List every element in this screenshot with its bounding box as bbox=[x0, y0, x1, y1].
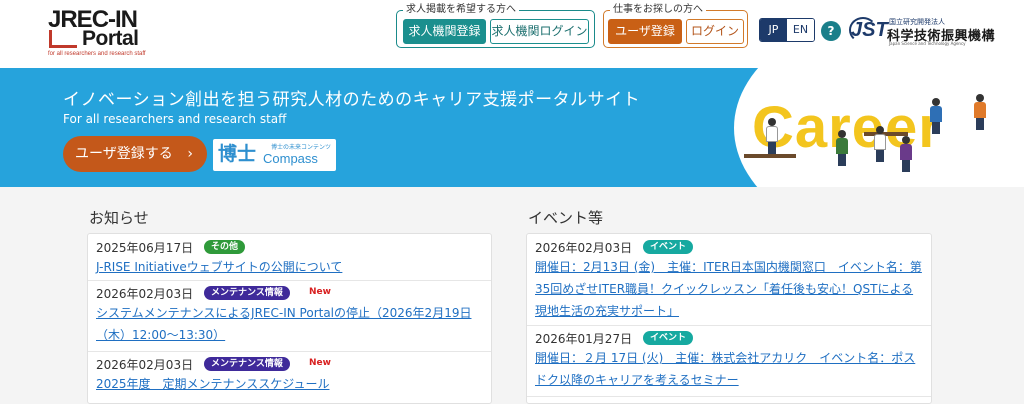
org-group-title: 求人掲載を希望する方へ bbox=[403, 4, 519, 16]
researcher-figure bbox=[836, 130, 848, 166]
language-switcher: JP EN bbox=[759, 18, 815, 42]
banner-subtitle: For all researchers and research staff bbox=[63, 112, 287, 126]
news-date: 2026年02月03日 bbox=[96, 358, 194, 372]
event-link[interactable]: 開催日：2月13日 (金) 主催：ITER日本国内機関窓口 イベント名：第35回… bbox=[535, 256, 923, 322]
category-badge: イベント bbox=[643, 240, 694, 254]
news-item: 2026年02月03日 メンテナンス情報 New システムメンテナンスによるJR… bbox=[96, 284, 483, 350]
researcher-figure bbox=[974, 94, 986, 130]
news-date: 2025年06月17日 bbox=[96, 241, 194, 255]
banner-register-button[interactable]: ユーザ登録する › bbox=[63, 136, 207, 172]
user-login-button[interactable]: ログイン bbox=[686, 19, 744, 44]
researcher-figure bbox=[930, 98, 942, 134]
hero-banner: イノベーション創出を担う研究人材のためのキャリア支援ポータルサイト For al… bbox=[0, 68, 1024, 187]
compass-word: Compass bbox=[263, 151, 318, 166]
hakase-compass-banner[interactable]: 博士 博士の未来コンテンツ Compass bbox=[213, 139, 336, 171]
user-register-button[interactable]: ユーザ登録 bbox=[608, 19, 682, 44]
event-divider bbox=[527, 396, 931, 397]
news-link[interactable]: システムメンテナンスによるJREC-IN Portalの停止（2026年2月19… bbox=[96, 302, 483, 346]
compass-small-text: 博士の未来コンテンツ bbox=[271, 144, 332, 151]
user-group-title: 仕事をお探しの方へ bbox=[610, 4, 706, 16]
category-badge: メンテナンス情報 bbox=[204, 286, 290, 300]
events-card: 2026年02月03日 イベント 開催日：2月13日 (金) 主催：ITER日本… bbox=[526, 233, 932, 404]
researcher-figure bbox=[900, 136, 912, 172]
events-section-title: イベント等 bbox=[528, 209, 604, 227]
event-date: 2026年01月27日 bbox=[535, 332, 633, 346]
banner-register-label: ユーザ登録する bbox=[75, 146, 173, 162]
news-divider bbox=[88, 280, 491, 281]
jrec-in-logo[interactable]: JREC-IN Portal for all researchers and r… bbox=[48, 8, 160, 58]
category-badge: その他 bbox=[204, 240, 246, 254]
org-register-button[interactable]: 求人機関登録 bbox=[403, 19, 486, 44]
jst-mark: JST bbox=[851, 19, 888, 41]
jst-english-name: Japan Science and Technology Agency bbox=[889, 41, 966, 46]
logo-tagline: for all researchers and research staff bbox=[48, 51, 146, 57]
new-label: New bbox=[309, 287, 331, 297]
compass-kanji: 博士 bbox=[218, 143, 257, 165]
news-link[interactable]: 2025年度 定期メンテナンススケジュール bbox=[96, 373, 483, 395]
lang-jp-button[interactable]: JP bbox=[760, 19, 787, 41]
logo-sub-text: Portal bbox=[82, 27, 139, 50]
event-link[interactable]: 開催日：２月 17日 (火) 主催：株式会社アカリク イベント名：ポスドク以降の… bbox=[535, 347, 923, 391]
jst-logo[interactable]: JST 国立研究開発法人 科学技術振興機構 Japan Science and … bbox=[849, 15, 1001, 47]
researcher-figure bbox=[874, 126, 886, 162]
researcher-figure bbox=[766, 118, 778, 154]
news-date: 2026年02月03日 bbox=[96, 287, 194, 301]
category-badge: イベント bbox=[643, 331, 694, 345]
career-illustration: Career bbox=[704, 68, 1024, 187]
event-divider bbox=[527, 325, 931, 326]
chevron-right-icon: › bbox=[187, 146, 193, 162]
event-item: 2026年01月27日 イベント 開催日：２月 17日 (火) 主催：株式会社ア… bbox=[535, 329, 923, 395]
category-badge: メンテナンス情報 bbox=[204, 357, 290, 371]
org-actions-group: 求人掲載を希望する方へ 求人機関登録 求人機関ログイン bbox=[396, 4, 595, 48]
banner-title: イノベーション創出を担う研究人材のためのキャリア支援ポータルサイト bbox=[63, 90, 641, 110]
site-header: JREC-IN Portal for all researchers and r… bbox=[0, 0, 1024, 68]
desk-shape bbox=[744, 154, 796, 158]
org-login-button[interactable]: 求人機関ログイン bbox=[490, 19, 589, 44]
new-label: New bbox=[309, 358, 331, 368]
event-date: 2026年02月03日 bbox=[535, 241, 633, 255]
help-icon[interactable]: ? bbox=[821, 21, 841, 41]
news-item: 2025年06月17日 その他 J-RISE Initiativeウェブサイトの… bbox=[96, 238, 483, 280]
event-item: 2026年02月03日 イベント 開催日：2月13日 (金) 主催：ITER日本… bbox=[535, 238, 923, 324]
news-section-title: お知らせ bbox=[89, 209, 149, 227]
news-divider bbox=[88, 351, 491, 352]
news-item: 2026年02月03日 メンテナンス情報 New 2025年度 定期メンテナンス… bbox=[96, 355, 483, 399]
lang-en-button[interactable]: EN bbox=[787, 19, 814, 41]
user-actions-group: 仕事をお探しの方へ ユーザ登録 ログイン bbox=[603, 4, 748, 48]
news-card: 2025年06月17日 その他 J-RISE Initiativeウェブサイトの… bbox=[87, 233, 492, 404]
news-link[interactable]: J-RISE Initiativeウェブサイトの公開について bbox=[96, 256, 483, 278]
